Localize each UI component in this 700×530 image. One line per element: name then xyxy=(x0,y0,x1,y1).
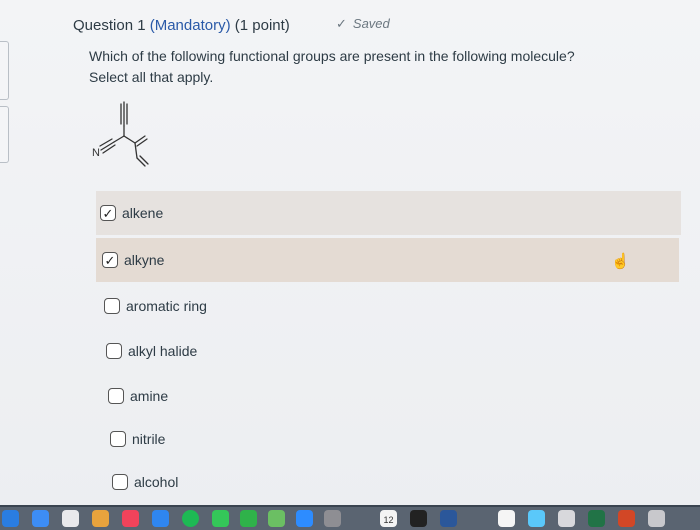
music-icon[interactable] xyxy=(122,510,139,527)
checkbox-nitrile[interactable] xyxy=(110,431,126,447)
option-nitrile[interactable]: nitrile xyxy=(110,417,165,461)
checkbox-amine[interactable] xyxy=(108,388,124,404)
checkbox-alkyl-halide[interactable] xyxy=(106,343,122,359)
option-label-alkene: alkene xyxy=(122,205,164,221)
finder-icon[interactable] xyxy=(2,510,19,527)
nitrile-bond xyxy=(102,144,116,154)
maps-icon[interactable] xyxy=(268,510,285,527)
mail-icon[interactable] xyxy=(32,510,49,527)
single-bond xyxy=(113,135,125,143)
points-label: (1 point) xyxy=(234,17,290,34)
single-bond xyxy=(134,142,138,159)
spotify-icon[interactable] xyxy=(182,510,199,527)
question-header: Question 1 (Mandatory) (1 point) xyxy=(73,17,290,34)
molecule-structure: N xyxy=(92,101,149,167)
settings-icon[interactable] xyxy=(324,510,341,527)
nitrogen-atom-label: N xyxy=(92,147,100,159)
option-label-alkyne: alkyne xyxy=(124,252,165,268)
question-title: Question 1 xyxy=(73,17,146,34)
facetime-icon[interactable] xyxy=(240,510,257,527)
quiz-screen: Question 1 (Mandatory) (1 point) ✓ Saved … xyxy=(0,0,700,530)
word-icon[interactable] xyxy=(440,510,457,527)
notes-icon[interactable] xyxy=(498,510,515,527)
question-instruction: Select all that apply. xyxy=(89,69,214,85)
taskbar: 12 xyxy=(0,505,700,530)
option-label-nitrile: nitrile xyxy=(132,431,166,447)
calendar-date-icon[interactable]: 12 xyxy=(380,510,397,527)
question-prompt: Which of the following functional groups… xyxy=(89,48,575,64)
checkbox-aromatic-ring[interactable] xyxy=(104,298,120,314)
option-alcohol[interactable]: alcohol xyxy=(112,460,178,504)
single-bond xyxy=(123,135,136,144)
option-label-aromatic-ring: aromatic ring xyxy=(126,298,207,314)
photos-icon[interactable] xyxy=(92,510,109,527)
hand-cursor-icon: ☝ xyxy=(611,253,630,270)
app-store-icon[interactable] xyxy=(152,510,169,527)
option-alkene[interactable]: ✓ alkene xyxy=(96,191,681,235)
option-alkyl-halide[interactable]: alkyl halide xyxy=(106,329,197,373)
terminal-icon[interactable] xyxy=(410,510,427,527)
option-amine[interactable]: amine xyxy=(108,374,168,418)
preview-icon[interactable] xyxy=(558,510,575,527)
mandatory-label: (Mandatory) xyxy=(149,17,231,34)
messages-icon[interactable] xyxy=(212,510,229,527)
nitrile-bond xyxy=(100,141,115,151)
option-label-alcohol: alcohol xyxy=(134,474,179,490)
excel-icon[interactable] xyxy=(588,510,605,527)
option-alkyne[interactable]: ✓ alkyne xyxy=(96,238,679,282)
checkmark-icon: ✓ xyxy=(336,16,347,31)
side-panel-edge xyxy=(0,41,9,100)
browser-icon[interactable] xyxy=(528,510,545,527)
saved-label: Saved xyxy=(352,16,390,31)
trash-icon[interactable] xyxy=(648,510,665,527)
zoom-icon[interactable] xyxy=(296,510,313,527)
checkbox-alcohol[interactable] xyxy=(112,474,128,490)
powerpoint-icon[interactable] xyxy=(618,510,635,527)
saved-status: ✓ Saved xyxy=(336,16,390,32)
question-text: Which of the following functional groups… xyxy=(89,46,575,88)
checkbox-alkene[interactable]: ✓ xyxy=(100,205,116,221)
side-panel-edge xyxy=(0,106,9,163)
option-aromatic-ring[interactable]: aromatic ring xyxy=(104,284,207,328)
calendar-icon[interactable] xyxy=(62,510,79,527)
checkbox-alkyne[interactable]: ✓ xyxy=(102,252,118,268)
option-label-alkyl-halide: alkyl halide xyxy=(128,343,198,359)
option-label-amine: amine xyxy=(130,388,169,404)
